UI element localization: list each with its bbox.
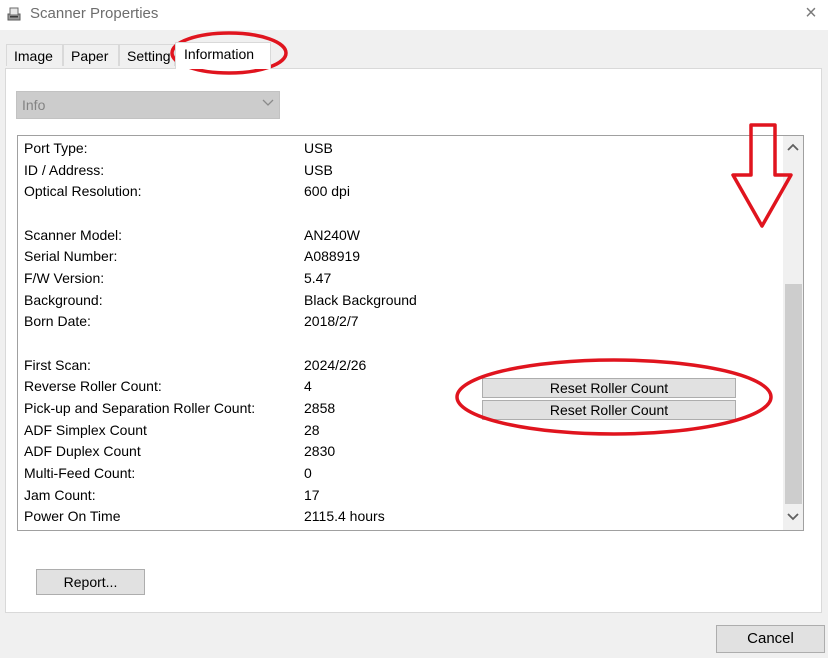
information-panel: Info Port Type: USB ID / Address: USB Op… xyxy=(5,68,822,613)
info-label: Port Type: xyxy=(24,140,88,156)
tab-paper[interactable]: Paper xyxy=(63,44,119,66)
tab-setting[interactable]: Setting xyxy=(119,44,175,66)
info-label: Pick-up and Separation Roller Count: xyxy=(24,400,256,416)
info-value: 5.47 xyxy=(304,270,332,286)
info-value: 2024/2/26 xyxy=(304,357,367,373)
scroll-up-icon[interactable] xyxy=(783,138,803,158)
info-value: 2858 xyxy=(304,400,336,416)
info-label: Multi-Feed Count: xyxy=(24,465,136,481)
reset-reverse-roller-button[interactable]: Reset Roller Count xyxy=(482,378,736,398)
info-value: 17 xyxy=(304,487,320,503)
info-label: Optical Resolution: xyxy=(24,183,142,199)
info-value: 2115.4 hours xyxy=(304,508,385,524)
info-select-value: Info xyxy=(22,97,46,113)
info-label: First Scan: xyxy=(24,357,91,373)
info-label: Background: xyxy=(24,292,103,308)
tab-label: Paper xyxy=(71,48,109,64)
info-label: ADF Simplex Count xyxy=(24,422,147,438)
report-button[interactable]: Report... xyxy=(36,569,145,595)
info-label: Born Date: xyxy=(24,313,91,329)
info-value: A088919 xyxy=(304,248,361,264)
info-label: ADF Duplex Count xyxy=(24,443,141,459)
scroll-down-icon[interactable] xyxy=(783,506,803,526)
info-label: Serial Number: xyxy=(24,248,118,264)
info-value: 28 xyxy=(304,422,320,438)
info-list[interactable]: Port Type: USB ID / Address: USB Optical… xyxy=(17,135,804,531)
tab-label: Setting xyxy=(127,48,171,64)
info-label: F/W Version: xyxy=(24,270,105,286)
reset-pickup-roller-button[interactable]: Reset Roller Count xyxy=(482,400,736,420)
info-label: Jam Count: xyxy=(24,487,96,503)
tab-image[interactable]: Image xyxy=(6,44,63,66)
info-value: 4 xyxy=(304,378,312,394)
cancel-button[interactable]: Cancel xyxy=(716,625,825,653)
chevron-down-icon xyxy=(262,99,274,106)
info-value: 2018/2/7 xyxy=(304,313,359,329)
info-value: AN240W xyxy=(304,227,361,243)
window-title: Scanner Properties xyxy=(30,5,159,22)
tab-label: Information xyxy=(184,46,255,62)
info-label: Reverse Roller Count: xyxy=(24,378,162,394)
scanner-icon xyxy=(7,7,21,21)
info-value: 600 dpi xyxy=(304,183,350,199)
tab-information[interactable]: Information xyxy=(175,42,271,69)
title-bar: Scanner Properties × xyxy=(0,0,828,30)
info-value: USB xyxy=(304,162,333,178)
scrollbar-thumb[interactable] xyxy=(785,284,802,504)
info-label: ID / Address: xyxy=(24,162,105,178)
tab-label: Image xyxy=(14,48,53,64)
info-value: USB xyxy=(304,140,333,156)
info-scrollbar[interactable] xyxy=(783,136,803,530)
info-value: Black Background xyxy=(304,292,417,308)
info-select: Info xyxy=(16,91,280,119)
close-icon[interactable]: × xyxy=(800,2,822,24)
info-label: Power On Time xyxy=(24,508,121,524)
info-value: 0 xyxy=(304,465,312,481)
info-label: Scanner Model: xyxy=(24,227,123,243)
info-value: 2830 xyxy=(304,443,336,459)
